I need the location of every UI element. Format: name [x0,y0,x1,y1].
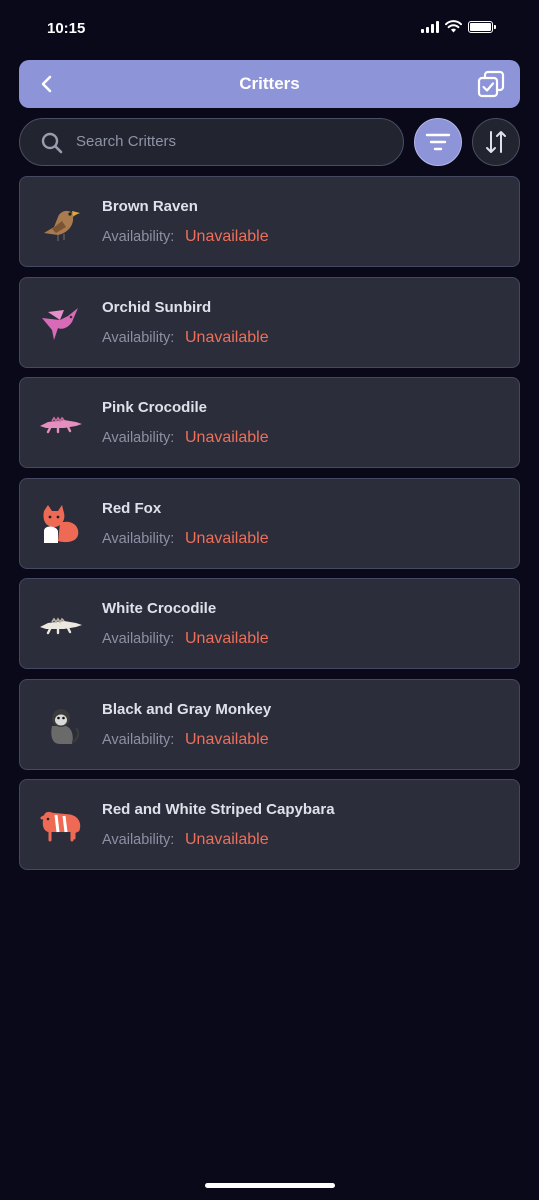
critter-name: Pink Crocodile [102,399,208,416]
availability-label: Availability: [102,731,175,748]
critter-list: Brown Raven Availability: Unavailable Or… [19,176,520,880]
availability-status: Unavailable [185,730,269,748]
raven-icon [38,199,84,245]
availability-label: Availability: [102,832,175,848]
search-input[interactable] [76,119,386,164]
multi-select-check-icon [477,70,505,98]
wifi-icon [445,20,462,33]
availability-status: Unavailable [185,831,269,848]
crocodile-icon [38,601,84,647]
page-title: Critters [239,74,300,93]
battery-icon [468,20,496,33]
availability-status: Unavailable [185,529,269,547]
search-row [19,118,520,166]
home-indicator[interactable] [205,1183,335,1188]
hummingbird-icon [38,300,84,346]
sort-button[interactable] [472,118,520,166]
multi-select-button[interactable] [476,70,506,100]
filter-button[interactable] [414,118,462,166]
availability-status: Unavailable [185,429,269,446]
availability-label: Availability: [102,329,175,346]
search-icon [41,132,63,154]
availability-label: Availability: [102,631,175,647]
status-time: 10:15 [47,20,86,37]
app-header: Critters [19,60,520,108]
crocodile-icon [38,400,84,446]
capybara-icon [38,802,84,848]
availability-status: Unavailable [185,630,269,647]
critter-name: Orchid Sunbird [102,298,212,316]
critter-card[interactable]: Red and White Striped Capybara Availabil… [19,779,520,870]
critter-card[interactable]: Red Fox Availability: Unavailable [19,477,520,569]
availability-label: Availability: [102,229,175,245]
sort-arrows-icon [486,131,506,153]
critter-name: Black and Gray Monkey [102,700,272,718]
critter-card[interactable]: White Crocodile Availability: Unavailabl… [19,578,520,669]
filter-icon [425,133,451,151]
availability-status: Unavailable [185,328,269,346]
critter-name: Red Fox [102,499,162,517]
critter-card[interactable]: Pink Crocodile Availability: Unavailable [19,377,520,468]
status-icons [421,20,496,33]
critter-name: Brown Raven [102,198,198,215]
availability-label: Availability: [102,530,175,547]
critter-card[interactable]: Brown Raven Availability: Unavailable [19,176,520,267]
cellular-signal-icon [421,20,439,33]
critter-name: White Crocodile [102,600,217,617]
search-box[interactable] [19,118,404,166]
critter-name: Red and White Striped Capybara [102,801,335,818]
critter-card[interactable]: Black and Gray Monkey Availability: Unav… [19,678,520,770]
status-bar: 10:15 [0,0,539,58]
availability-label: Availability: [102,430,175,446]
availability-status: Unavailable [185,228,269,245]
monkey-icon [38,702,84,748]
critter-card[interactable]: Orchid Sunbird Availability: Unavailable [19,276,520,368]
fox-icon [38,501,84,547]
